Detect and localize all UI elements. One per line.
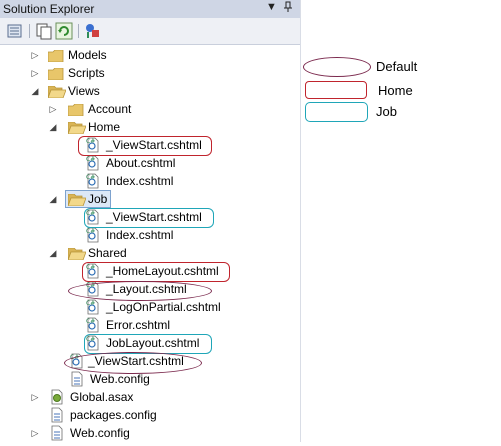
legend-home-label: Home — [378, 83, 413, 98]
default-highlight-layout — [68, 281, 212, 301]
folder-icon — [67, 103, 84, 117]
tree-item[interactable]: ▷ Web.config — [0, 424, 300, 442]
asax-file-icon — [50, 389, 64, 405]
folder-icon — [47, 67, 64, 81]
cshtml-file-icon: C# — [86, 227, 100, 243]
home-highlight-viewstart — [78, 136, 212, 156]
tree-item-label: Index.cshtml — [106, 228, 174, 242]
legend-job-rect — [305, 102, 368, 122]
expand-arrow-icon[interactable]: ▷ — [30, 424, 40, 442]
solution-explorer-toolbar — [0, 18, 300, 45]
legend-default-oval — [303, 57, 371, 77]
toolbar-separator — [78, 24, 79, 38]
config-file-icon — [70, 371, 84, 387]
cshtml-file-icon: C# — [86, 173, 100, 189]
tree-item-label: Index.cshtml — [106, 174, 174, 188]
tree-item[interactable]: packages.config — [0, 406, 300, 424]
refresh-icon[interactable] — [55, 22, 73, 40]
tree-item-label: Error.cshtml — [106, 318, 171, 332]
collapse-arrow-icon[interactable]: ◢ — [48, 244, 58, 262]
properties-icon[interactable] — [6, 22, 24, 40]
tree-item[interactable]: C# About.cshtml — [0, 154, 300, 172]
tree-item-label: About.cshtml — [106, 156, 176, 170]
tree-item[interactable]: ◢ Shared — [0, 244, 300, 262]
collapse-arrow-icon[interactable]: ◢ — [30, 82, 40, 100]
solution-explorer-titlebar: Solution Explorer ▼ — [0, 0, 300, 18]
expand-arrow-icon[interactable]: ▷ — [48, 100, 58, 118]
tree-item[interactable]: ▷ Scripts — [0, 64, 300, 82]
tree-item[interactable]: ▷ Account — [0, 100, 300, 118]
tree-item-label: Job — [88, 192, 108, 206]
legend-default-label: Default — [376, 59, 418, 74]
show-all-files-icon[interactable] — [35, 22, 53, 40]
tree-item[interactable]: C# Index.cshtml — [0, 226, 300, 244]
tree-item-label: Web.config — [70, 426, 130, 440]
config-file-icon — [50, 425, 64, 441]
tree-item[interactable]: ▷ Global.asax — [0, 388, 300, 406]
tree-item-label: Account — [88, 102, 132, 116]
panel-border — [300, 0, 301, 442]
svg-text:C#: C# — [86, 300, 95, 307]
window-position-dropdown[interactable]: ▼ — [266, 1, 277, 13]
expand-arrow-icon[interactable]: ▷ — [30, 388, 40, 406]
svg-text:C#: C# — [86, 318, 95, 325]
home-highlight-homelayout — [82, 262, 230, 282]
tree-item[interactable]: C# Index.cshtml — [0, 172, 300, 190]
expand-arrow-icon[interactable]: ▷ — [30, 64, 40, 82]
svg-text:C#: C# — [86, 228, 95, 235]
view-class-diagram-icon[interactable] — [84, 22, 102, 40]
folder-icon — [47, 49, 64, 63]
expand-arrow-icon[interactable]: ▷ — [30, 46, 40, 64]
open-folder-icon — [67, 193, 87, 207]
open-folder-icon — [47, 85, 67, 99]
tree-item[interactable]: ◢ Job — [0, 190, 300, 208]
panel-title: Solution Explorer — [3, 2, 95, 16]
legend-home-rect — [305, 81, 367, 99]
svg-text:C#: C# — [86, 156, 95, 163]
svg-text:C#: C# — [86, 174, 95, 181]
job-highlight-joblayout — [84, 334, 212, 354]
cshtml-file-icon: C# — [86, 299, 100, 315]
tree-item-label: Scripts — [68, 66, 105, 80]
cshtml-file-icon: C# — [86, 317, 100, 333]
open-folder-icon — [67, 121, 87, 135]
tree-item[interactable]: ▷ Models — [0, 46, 300, 64]
tree-item-label: Global.asax — [70, 390, 134, 404]
tree-item[interactable]: ◢ Views — [0, 82, 300, 100]
tree-item[interactable]: ◢ Home — [0, 118, 300, 136]
job-highlight-viewstart — [84, 208, 214, 228]
toolbar-separator — [29, 24, 30, 38]
default-highlight-root-viewstart — [64, 352, 202, 374]
auto-hide-pin-icon[interactable] — [283, 1, 293, 16]
tree-item-label: packages.config — [70, 408, 157, 422]
cshtml-file-icon: C# — [86, 155, 100, 171]
collapse-arrow-icon[interactable]: ◢ — [48, 118, 58, 136]
tree-item-label: Home — [88, 120, 121, 134]
tree-item[interactable]: C# Error.cshtml — [0, 316, 300, 334]
tree-item-label: Views — [68, 84, 100, 98]
legend-job-label: Job — [376, 104, 397, 119]
config-file-icon — [50, 407, 64, 423]
tree-item-label: Models — [68, 48, 107, 62]
open-folder-icon — [67, 247, 87, 261]
tree-item-label: Shared — [88, 246, 127, 260]
collapse-arrow-icon[interactable]: ◢ — [48, 190, 58, 208]
